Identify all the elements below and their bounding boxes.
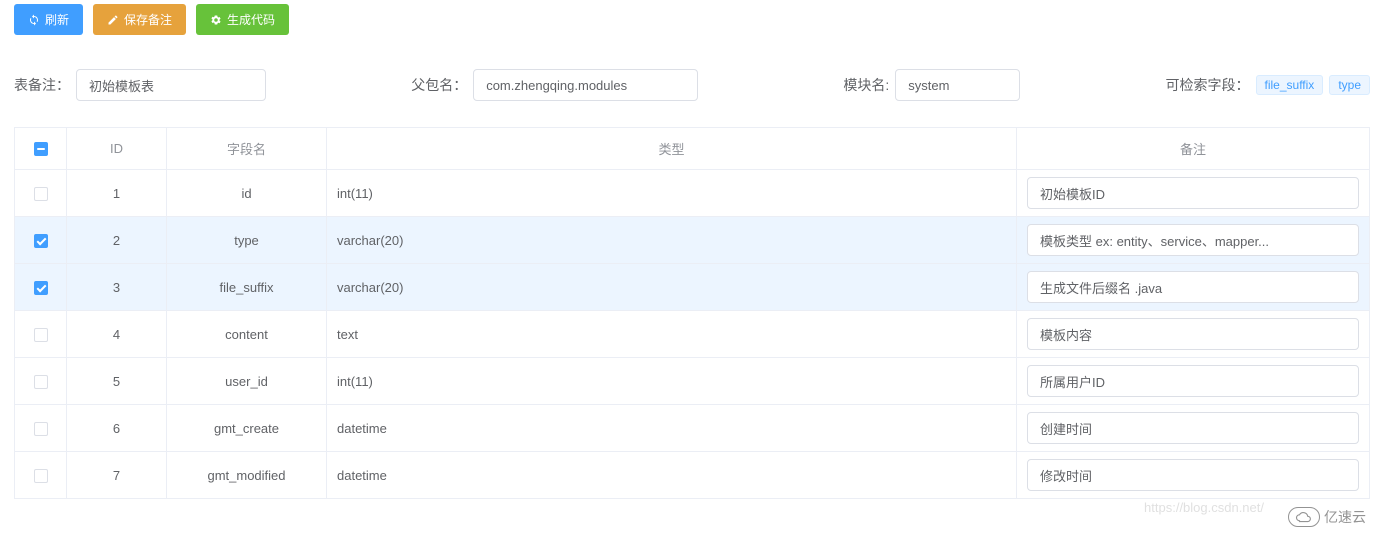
module-name-input[interactable] bbox=[895, 69, 1020, 101]
cell-id: 4 bbox=[67, 311, 167, 358]
form-row: 表备注： 父包名： 模块名: 可检索字段： file_suffix type bbox=[14, 69, 1370, 101]
cell-type: varchar(20) bbox=[327, 264, 1017, 311]
table-row: 7gmt_modifieddatetime bbox=[15, 452, 1370, 499]
header-field: 字段名 bbox=[167, 128, 327, 170]
header-remark: 备注 bbox=[1017, 128, 1370, 170]
table-remark-group: 表备注： bbox=[14, 69, 266, 101]
select-all-checkbox[interactable] bbox=[34, 142, 48, 156]
brand-text: 亿速云 bbox=[1324, 507, 1366, 527]
table-row: 2typevarchar(20) bbox=[15, 217, 1370, 264]
cell-type: int(11) bbox=[327, 170, 1017, 217]
remark-input[interactable] bbox=[1027, 365, 1359, 397]
row-checkbox[interactable] bbox=[34, 422, 48, 436]
generate-code-label: 生成代码 bbox=[227, 11, 275, 28]
row-checkbox[interactable] bbox=[34, 187, 48, 201]
row-checkbox[interactable] bbox=[34, 281, 48, 295]
remark-input[interactable] bbox=[1027, 224, 1359, 256]
table-row: 4contenttext bbox=[15, 311, 1370, 358]
cell-id: 3 bbox=[67, 264, 167, 311]
watermark-text: https://blog.csdn.net/ bbox=[1144, 500, 1264, 515]
searchable-fields-label: 可检索字段： bbox=[1166, 75, 1250, 95]
table-row: 5user_idint(11) bbox=[15, 358, 1370, 405]
remark-input[interactable] bbox=[1027, 271, 1359, 303]
refresh-label: 刷新 bbox=[45, 11, 69, 28]
edit-icon bbox=[107, 14, 119, 26]
toolbar: 刷新 保存备注 生成代码 bbox=[14, 4, 1370, 35]
tag-type[interactable]: type bbox=[1329, 75, 1370, 95]
refresh-button[interactable]: 刷新 bbox=[14, 4, 83, 35]
cell-field: file_suffix bbox=[167, 264, 327, 311]
cell-type: varchar(20) bbox=[327, 217, 1017, 264]
cell-id: 2 bbox=[67, 217, 167, 264]
table-row: 3file_suffixvarchar(20) bbox=[15, 264, 1370, 311]
row-checkbox[interactable] bbox=[34, 375, 48, 389]
searchable-fields-section: 可检索字段： file_suffix type bbox=[1166, 75, 1371, 95]
save-remark-label: 保存备注 bbox=[124, 11, 172, 28]
cloud-icon bbox=[1288, 507, 1320, 527]
refresh-icon bbox=[28, 14, 40, 26]
fields-table: ID 字段名 类型 备注 1idint(11)2typevarchar(20)3… bbox=[14, 127, 1370, 499]
cell-field: type bbox=[167, 217, 327, 264]
table-row: 6gmt_createdatetime bbox=[15, 405, 1370, 452]
cell-field: id bbox=[167, 170, 327, 217]
generate-code-button[interactable]: 生成代码 bbox=[196, 4, 289, 35]
cell-id: 7 bbox=[67, 452, 167, 499]
cell-id: 1 bbox=[67, 170, 167, 217]
cell-id: 5 bbox=[67, 358, 167, 405]
row-checkbox[interactable] bbox=[34, 328, 48, 342]
module-name-group: 模块名: bbox=[843, 69, 1020, 101]
cell-type: datetime bbox=[327, 405, 1017, 452]
cell-type: datetime bbox=[327, 452, 1017, 499]
table-remark-input[interactable] bbox=[76, 69, 266, 101]
parent-package-group: 父包名： bbox=[411, 69, 698, 101]
table-row: 1idint(11) bbox=[15, 170, 1370, 217]
remark-input[interactable] bbox=[1027, 459, 1359, 491]
remark-input[interactable] bbox=[1027, 177, 1359, 209]
cell-id: 6 bbox=[67, 405, 167, 452]
cell-type: int(11) bbox=[327, 358, 1017, 405]
row-checkbox[interactable] bbox=[34, 469, 48, 483]
cell-field: user_id bbox=[167, 358, 327, 405]
gear-icon bbox=[210, 14, 222, 26]
cell-field: content bbox=[167, 311, 327, 358]
brand-logo: 亿速云 bbox=[1288, 507, 1366, 527]
tag-file-suffix[interactable]: file_suffix bbox=[1256, 75, 1324, 95]
header-id: ID bbox=[67, 128, 167, 170]
save-remark-button[interactable]: 保存备注 bbox=[93, 4, 186, 35]
cell-field: gmt_modified bbox=[167, 452, 327, 499]
header-type: 类型 bbox=[327, 128, 1017, 170]
table-remark-label: 表备注： bbox=[14, 75, 70, 95]
remark-input[interactable] bbox=[1027, 318, 1359, 350]
table-header-row: ID 字段名 类型 备注 bbox=[15, 128, 1370, 170]
module-name-label: 模块名: bbox=[843, 75, 889, 95]
cell-field: gmt_create bbox=[167, 405, 327, 452]
remark-input[interactable] bbox=[1027, 412, 1359, 444]
cell-type: text bbox=[327, 311, 1017, 358]
parent-package-input[interactable] bbox=[473, 69, 698, 101]
parent-package-label: 父包名： bbox=[411, 75, 467, 95]
row-checkbox[interactable] bbox=[34, 234, 48, 248]
